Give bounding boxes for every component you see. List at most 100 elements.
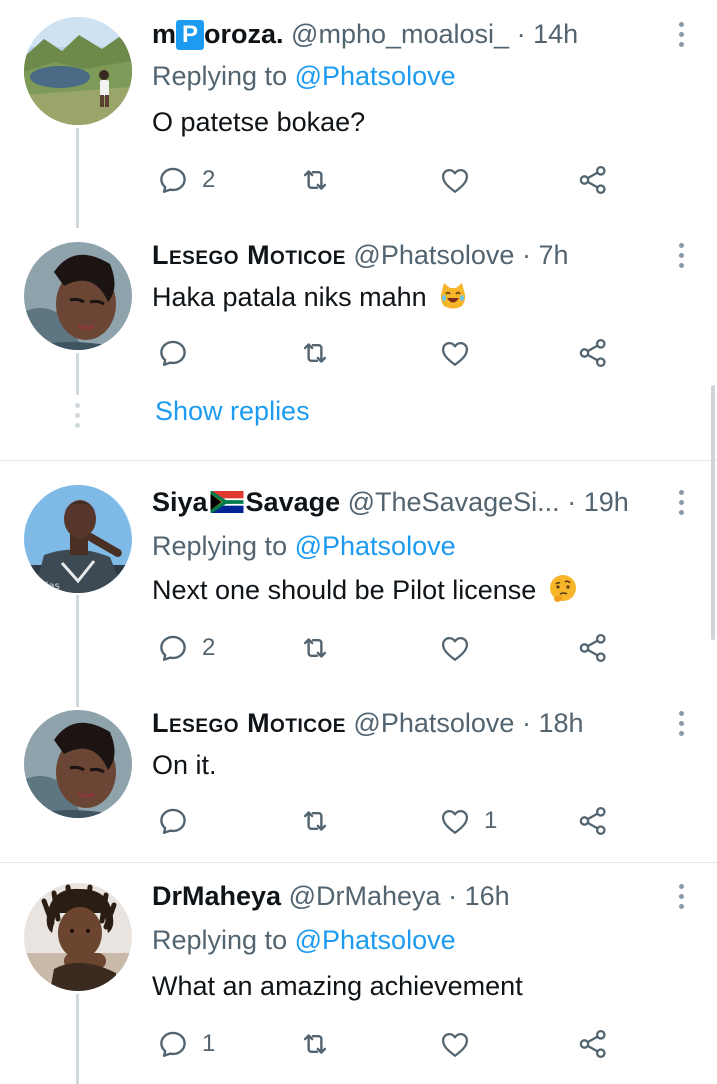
username[interactable]: @mpho_moalosi_ <box>291 19 509 49</box>
thread-line <box>76 128 79 228</box>
share-button[interactable] <box>576 333 610 373</box>
thread-line <box>76 595 79 707</box>
like-button[interactable] <box>438 160 484 200</box>
username[interactable]: @TheSavageSi... <box>348 487 560 517</box>
username[interactable]: @DrMaheya <box>289 881 441 911</box>
portrait-avatar-image: adas <box>24 485 132 593</box>
timestamp[interactable]: 19h <box>584 487 629 517</box>
display-name[interactable]: DrMaheya <box>152 881 281 911</box>
retweet-button[interactable] <box>298 333 332 373</box>
like-button[interactable] <box>438 333 484 373</box>
tweet[interactable]: DrMaheya @DrMaheya · 16h Replying to @Ph… <box>0 866 717 1084</box>
reply-count: 2 <box>202 634 216 661</box>
thread-line <box>76 994 79 1084</box>
reply-button[interactable] <box>156 333 202 373</box>
reply-button[interactable]: 2 <box>156 160 215 200</box>
display-name[interactable]: m Poroza. <box>152 19 284 50</box>
username[interactable]: @Phatsolove <box>353 240 514 270</box>
share-icon <box>576 631 610 665</box>
heart-icon <box>438 163 472 197</box>
tweet[interactable]: m Poroza. @mpho_moalosi_ · 14h Replying t… <box>0 0 717 228</box>
display-name[interactable]: Lesego Moticoe <box>152 708 346 738</box>
tweet-header: Siya Savage @TheSavageSi... · 19h <box>152 484 657 520</box>
thread-continuation-dots <box>74 403 81 428</box>
share-button[interactable] <box>576 801 610 841</box>
reply-icon <box>156 804 190 838</box>
tweet-text-content: Haka patala niks mahn <box>152 282 427 312</box>
reply-icon <box>156 163 190 197</box>
timestamp[interactable]: 16h <box>465 881 510 911</box>
landscape-avatar-image <box>24 17 132 125</box>
share-icon <box>576 804 610 838</box>
tweet[interactable]: Lesego Moticoe @Phatsolove · 7h Haka pat… <box>0 225 717 395</box>
divider <box>0 460 717 461</box>
action-bar: 1 <box>152 1024 632 1064</box>
like-button[interactable]: 1 <box>438 801 497 841</box>
action-bar <box>152 333 632 373</box>
tweet[interactable]: adas Siya Savage @TheSavageSi... · 19h R… <box>0 470 717 707</box>
replying-to: Replying to @Phatsolove <box>152 61 456 91</box>
tweet-text: What an amazing achievement <box>152 971 523 1001</box>
share-button[interactable] <box>576 628 610 668</box>
action-bar: 2 <box>152 160 632 200</box>
retweet-button[interactable] <box>298 1024 332 1064</box>
timestamp[interactable]: 7h <box>538 240 568 270</box>
action-bar: 1 <box>152 801 632 841</box>
retweet-button[interactable] <box>298 160 332 200</box>
show-replies-link[interactable]: Show replies <box>155 396 310 427</box>
share-icon <box>576 163 610 197</box>
like-button[interactable] <box>438 1024 484 1064</box>
portrait-avatar-image <box>24 710 132 818</box>
replying-to: Replying to @Phatsolove <box>152 925 456 955</box>
more-options-icon[interactable] <box>677 490 685 515</box>
more-options-icon[interactable] <box>677 243 685 268</box>
reply-icon <box>156 631 190 665</box>
avatar[interactable] <box>24 883 132 991</box>
retweet-icon <box>298 631 332 665</box>
like-button[interactable] <box>438 628 484 668</box>
retweet-icon <box>298 163 332 197</box>
tweet-text: Next one should be Pilot license <box>152 572 578 608</box>
reply-button[interactable]: 1 <box>156 1024 215 1064</box>
reply-button[interactable] <box>156 801 202 841</box>
share-icon <box>576 336 610 370</box>
retweet-button[interactable] <box>298 628 332 668</box>
display-name[interactable]: Siya Savage <box>152 487 340 517</box>
separator-dot: · <box>516 19 526 49</box>
reply-icon <box>156 1027 190 1061</box>
more-options-icon[interactable] <box>677 884 685 909</box>
mention-link[interactable]: @Phatsolove <box>295 925 456 955</box>
separator-dot: · <box>521 708 531 738</box>
share-button[interactable] <box>576 160 610 200</box>
avatar[interactable] <box>24 710 132 818</box>
more-options-icon[interactable] <box>677 711 685 736</box>
avatar[interactable] <box>24 17 132 125</box>
tweet[interactable]: Lesego Moticoe @Phatsolove · 18h On it. … <box>0 693 717 853</box>
mention-link[interactable]: @Phatsolove <box>295 531 456 561</box>
heart-icon <box>438 1027 472 1061</box>
tweet-header: Lesego Moticoe @Phatsolove · 7h <box>152 237 657 273</box>
tweet-text: On it. <box>152 750 217 780</box>
mention-link[interactable]: @Phatsolove <box>295 61 456 91</box>
tweet-text-content: Next one should be Pilot license <box>152 575 537 605</box>
retweet-icon <box>298 804 332 838</box>
replying-to: Replying to @Phatsolove <box>152 531 456 561</box>
retweet-icon <box>298 1027 332 1061</box>
timestamp[interactable]: 14h <box>533 19 578 49</box>
username[interactable]: @Phatsolove <box>353 708 514 738</box>
divider <box>0 862 717 863</box>
separator-dot: · <box>448 881 458 911</box>
avatar[interactable] <box>24 242 132 350</box>
tweet-header: m Poroza. @mpho_moalosi_ · 14h <box>152 16 657 52</box>
letter-box-emoji: P <box>176 20 205 50</box>
more-options-icon[interactable] <box>677 22 685 47</box>
reply-count: 2 <box>202 166 216 193</box>
timestamp[interactable]: 18h <box>538 708 583 738</box>
share-button[interactable] <box>576 1024 610 1064</box>
share-icon <box>576 1027 610 1061</box>
reply-button[interactable]: 2 <box>156 628 215 668</box>
retweet-button[interactable] <box>298 801 332 841</box>
avatar[interactable]: adas <box>24 485 132 593</box>
display-name[interactable]: Lesego Moticoe <box>152 240 346 270</box>
tweet-header: Lesego Moticoe @Phatsolove · 18h <box>152 705 657 741</box>
